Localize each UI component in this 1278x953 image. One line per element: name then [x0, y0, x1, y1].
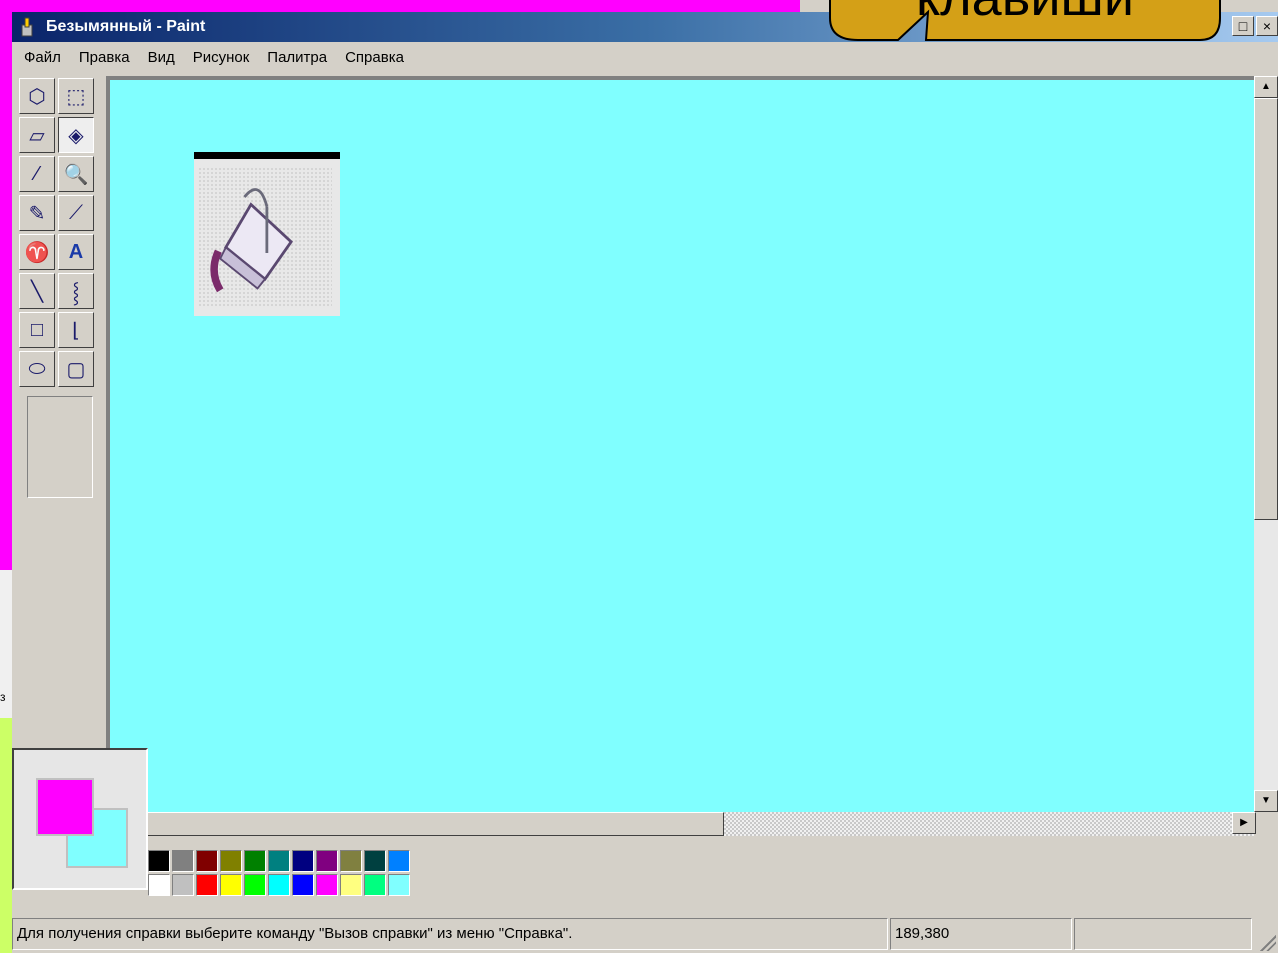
polygon-icon: ⌊ — [72, 319, 80, 342]
vertical-scroll-thumb[interactable] — [1254, 98, 1278, 520]
status-coordinates: 189,380 — [890, 918, 1072, 950]
tool-button-9[interactable]: A — [58, 234, 94, 270]
foreground-color-swatch[interactable] — [36, 778, 94, 836]
maximize-button[interactable]: □ — [1232, 16, 1254, 36]
slide-sliver-text: з — [0, 690, 6, 704]
menu-edit[interactable]: Правка — [70, 49, 139, 66]
palette-color[interactable] — [220, 850, 242, 872]
palette-color[interactable] — [316, 874, 338, 896]
menu-colors[interactable]: Палитра — [258, 49, 336, 66]
tool-button-3[interactable]: ◈ — [58, 117, 94, 153]
toolbox: ⬡ ⬚ ▱ ◈ ⁄ 🔍 ✎ ⟋ ♈ A ╲ ⸾ □ ⌊ ⬭ ▢ — [19, 78, 105, 752]
scroll-right-button[interactable]: ▶ — [1232, 812, 1256, 834]
window-title: Безымянный - Paint — [46, 18, 206, 35]
free-select-icon: ⬡ — [28, 85, 46, 108]
brush-icon: ⟋ — [69, 201, 83, 224]
palette-color[interactable] — [364, 850, 386, 872]
line-icon: ╲ — [30, 280, 44, 303]
status-help-text: Для получения справки выберите команду "… — [12, 918, 888, 950]
rect-select-icon: ⬚ — [66, 85, 86, 108]
slide-background-left — [0, 0, 12, 570]
palette-color[interactable] — [340, 874, 362, 896]
palette-color[interactable] — [148, 874, 170, 896]
tool-button-13[interactable]: ⌊ — [58, 312, 94, 348]
callout-bubble: клавиши — [828, 0, 1222, 42]
menu-image[interactable]: Рисунок — [184, 49, 259, 66]
color-selector-box — [12, 748, 148, 890]
palette-color[interactable] — [268, 850, 290, 872]
paint-app-icon — [21, 17, 33, 37]
drawing-canvas[interactable] — [110, 80, 1254, 812]
slide-background-top — [0, 0, 800, 12]
status-bar: Для получения справки выберите команду "… — [12, 916, 1278, 953]
palette-color[interactable] — [340, 850, 362, 872]
tool-button-5[interactable]: 🔍 — [58, 156, 94, 192]
tool-button-0[interactable]: ⬡ — [19, 78, 55, 114]
tool-button-2[interactable]: ▱ — [19, 117, 55, 153]
fill-bucket-icon: ◈ — [68, 124, 84, 147]
palette-color[interactable] — [148, 850, 170, 872]
menu-bar: Файл Правка Вид Рисунок Палитра Справка — [12, 44, 413, 70]
palette-color[interactable] — [244, 850, 266, 872]
text-icon: A — [68, 240, 84, 263]
callout-text: клавиши — [828, 0, 1222, 28]
tool-button-10[interactable]: ╲ — [19, 273, 55, 309]
palette-color[interactable] — [244, 874, 266, 896]
palette-color[interactable] — [364, 874, 386, 896]
rounded-rect-icon: ▢ — [66, 358, 86, 381]
canvas-area — [106, 76, 1254, 812]
palette-color[interactable] — [172, 850, 194, 872]
current-colors — [12, 748, 152, 894]
palette-color[interactable] — [220, 874, 242, 896]
menu-help[interactable]: Справка — [336, 49, 413, 66]
scroll-up-button[interactable]: ▲ — [1254, 76, 1278, 98]
palette-color[interactable] — [292, 850, 314, 872]
ellipse-icon: ⬭ — [28, 357, 46, 380]
menu-file[interactable]: Файл — [12, 49, 70, 66]
fill-bucket-icon — [210, 188, 293, 293]
tool-button-7[interactable]: ⟋ — [58, 195, 94, 231]
eraser-icon: ▱ — [29, 124, 45, 147]
vertical-scrollbar[interactable]: ▲ ▼ — [1254, 76, 1278, 812]
color-picker-icon: ⁄ — [35, 162, 39, 185]
palette-color[interactable] — [268, 874, 290, 896]
tool-button-8[interactable]: ♈ — [19, 234, 55, 270]
close-button[interactable]: × — [1256, 16, 1278, 36]
tool-button-4[interactable]: ⁄ — [19, 156, 55, 192]
palette-color[interactable] — [172, 874, 194, 896]
rectangle-icon: □ — [30, 318, 44, 341]
tool-button-11[interactable]: ⸾ — [58, 273, 94, 309]
status-size — [1074, 918, 1252, 950]
scroll-down-button[interactable]: ▼ — [1254, 790, 1278, 812]
tool-button-15[interactable]: ▢ — [58, 351, 94, 387]
resize-grip[interactable] — [1260, 935, 1276, 951]
palette-color[interactable] — [196, 874, 218, 896]
palette-color[interactable] — [316, 850, 338, 872]
menu-view[interactable]: Вид — [139, 49, 184, 66]
curve-icon: ⸾ — [72, 281, 80, 304]
palette-color[interactable] — [388, 874, 410, 896]
paint-window: Безымянный - Paint □ × Файл Правка Вид Р… — [12, 12, 1278, 953]
tool-button-12[interactable]: □ — [19, 312, 55, 348]
color-palette — [148, 850, 412, 898]
magnifier-icon: 🔍 — [63, 163, 89, 186]
tool-button-6[interactable]: ✎ — [19, 195, 55, 231]
palette-color[interactable] — [196, 850, 218, 872]
tool-options-box[interactable] — [27, 396, 93, 498]
palette-color[interactable] — [388, 850, 410, 872]
tool-button-14[interactable]: ⬭ — [19, 351, 55, 387]
pencil-icon: ✎ — [28, 202, 46, 225]
slide-background-green — [0, 718, 12, 953]
horizontal-scrollbar[interactable]: ▶ — [106, 812, 1256, 836]
palette-color[interactable] — [292, 874, 314, 896]
fill-bucket-enlarged-image — [194, 152, 340, 316]
tool-button-1[interactable]: ⬚ — [58, 78, 94, 114]
airbrush-icon: ♈ — [24, 241, 50, 264]
horizontal-scroll-thumb[interactable] — [146, 812, 724, 836]
